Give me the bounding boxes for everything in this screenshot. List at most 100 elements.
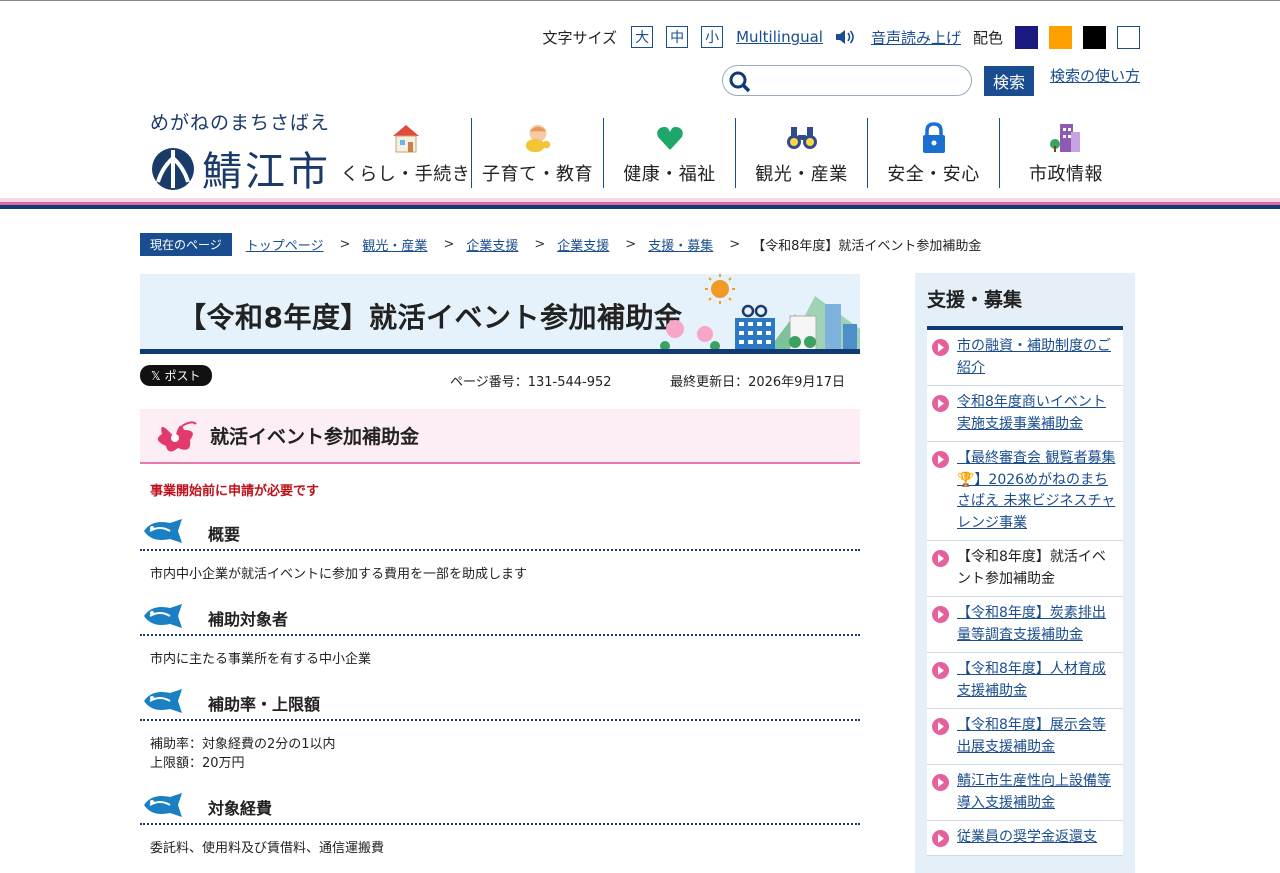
global-nav: くらし・手続き 子育て・教育 健康・福祉 観光・産業 安全・安心 市政情報 — [340, 118, 1132, 188]
side-nav-item[interactable]: 【最終審査会 観覧者募集🏆】2026めがねのまちさばえ 未来ビジネスチャレンジ事… — [927, 442, 1123, 541]
side-nav-link[interactable]: 【令和8年度】炭素排出量等調査支援補助金 — [957, 603, 1117, 646]
azalea-flower-icon — [157, 420, 197, 452]
subsection-heading: 対象経費 — [140, 791, 860, 825]
arrow-bullet-icon — [932, 662, 949, 679]
main-content: 【令和8年度】就活イベント参加補助金 𝕏 ポスト ページ番号：131-544-9… — [140, 274, 860, 858]
multilingual-link[interactable]: Multilingual — [736, 28, 823, 46]
side-nav-item[interactable]: 令和8年度商いイベント実施支援事業補助金 — [927, 386, 1123, 442]
side-nav-item[interactable]: 【令和8年度】人材育成支援補助金 — [927, 653, 1123, 709]
nav-item-living[interactable]: くらし・手続き — [340, 118, 472, 188]
building-icon — [1050, 124, 1080, 152]
page-number: ページ番号：131-544-952 — [450, 375, 612, 390]
breadcrumb-link[interactable]: 支援・募集 — [648, 235, 713, 254]
side-nav-link[interactable]: 【令和8年度】人材育成支援補助金 — [957, 659, 1117, 702]
nav-label: 健康・福祉 — [623, 164, 716, 185]
notice-text: 事業開始前に申請が必要です — [150, 484, 320, 499]
nav-label: 子育て・教育 — [482, 164, 593, 185]
breadcrumb-current: 【令和8年度】就活イベント参加補助金 — [752, 239, 982, 254]
subsection-body: 市内に主たる事業所を有する中小企業 — [150, 650, 860, 669]
breadcrumb-link[interactable]: 企業支援 — [557, 235, 609, 254]
arrow-bullet-icon — [932, 606, 949, 623]
utility-bar: 文字サイズ 大 中 小 Multilingual 音声読み上げ 配色 — [542, 24, 1140, 50]
side-nav-link[interactable]: 【令和8年度】展示会等出展支援補助金 — [957, 715, 1117, 758]
search-button[interactable]: 検索 — [984, 65, 1034, 96]
nav-label: 市政情報 — [1029, 164, 1103, 185]
side-nav-link[interactable]: 令和8年度商いイベント実施支援事業補助金 — [957, 392, 1117, 435]
breadcrumb-separator: > — [534, 237, 546, 252]
last-updated: 最終更新日：2026年9月17日 — [670, 375, 845, 390]
subsection-heading: 概要 — [140, 517, 860, 551]
color-navy-button[interactable] — [1015, 25, 1038, 49]
page-meta: 𝕏 ポスト ページ番号：131-544-952 最終更新日：2026年9月17日 — [140, 354, 860, 409]
breadcrumb-separator: > — [729, 237, 741, 252]
side-nav-link[interactable]: 【最終審査会 観覧者募集🏆】2026めがねのまちさばえ 未来ビジネスチャレンジ事… — [957, 448, 1117, 534]
side-nav-item[interactable]: 鯖江市生産性向上設備等導入支援補助金 — [927, 765, 1123, 821]
subsection-body: 委託料、使用料及び賃借料、通信運搬費 — [150, 839, 860, 858]
side-nav-current-label: 【令和8年度】就活イベント参加補助金 — [957, 549, 1106, 587]
heart-icon — [656, 126, 683, 150]
section-heading: 就活イベント参加補助金 — [140, 409, 860, 464]
fish-icon — [144, 793, 182, 817]
nav-item-tourism[interactable]: 観光・産業 — [736, 118, 868, 188]
fish-icon — [144, 519, 182, 543]
subsection-heading-text: 対象経費 — [208, 799, 273, 818]
side-nav-item[interactable]: 市の融資・補助制度のご紹介 — [927, 330, 1123, 386]
side-nav-link[interactable]: 従業員の奨学金返還支 — [957, 827, 1097, 849]
arrow-bullet-icon — [932, 339, 949, 356]
subsection-body: 補助率：対象経費の2分の1以内 上限額：20万円 — [150, 735, 860, 773]
fish-icon — [144, 689, 182, 713]
search-input[interactable] — [722, 65, 972, 96]
color-white-button[interactable] — [1117, 25, 1140, 49]
nav-item-health[interactable]: 健康・福祉 — [604, 118, 736, 188]
search-howto-link[interactable]: 検索の使い方 — [1050, 65, 1140, 86]
side-nav-item-current: 【令和8年度】就活イベント参加補助金 — [927, 541, 1123, 597]
nav-label: くらし・手続き — [340, 164, 471, 185]
side-nav: 支援・募集 市の融資・補助制度のご紹介 令和8年度商いイベント実施支援事業補助金… — [915, 273, 1135, 873]
font-size-small-button[interactable]: 小 — [701, 26, 724, 48]
arrow-bullet-icon — [932, 550, 949, 567]
nav-item-safety[interactable]: 安全・安心 — [868, 118, 1000, 188]
color-black-button[interactable] — [1083, 25, 1106, 49]
breadcrumb-link[interactable]: 企業支援 — [466, 235, 518, 254]
side-nav-list: 市の融資・補助制度のご紹介 令和8年度商いイベント実施支援事業補助金 【最終審査… — [927, 330, 1123, 856]
x-post-label: ポスト — [164, 369, 201, 383]
read-aloud-link[interactable]: 音声読み上げ — [871, 27, 961, 48]
breadcrumb-link[interactable]: トップページ — [246, 235, 324, 254]
arrow-bullet-icon — [932, 451, 949, 468]
side-nav-link[interactable]: 鯖江市生産性向上設備等導入支援補助金 — [957, 771, 1117, 814]
search-icon — [729, 71, 751, 93]
breadcrumb-link[interactable]: 観光・産業 — [362, 235, 427, 254]
arrow-bullet-icon — [932, 774, 949, 791]
baby-icon — [525, 124, 550, 153]
arrow-bullet-icon — [932, 395, 949, 412]
subsection-heading: 補助率・上限額 — [140, 687, 860, 721]
side-nav-item[interactable]: 【令和8年度】炭素排出量等調査支援補助金 — [927, 597, 1123, 653]
logo-city-name: 鯖江市 — [202, 149, 331, 195]
nav-item-city-info[interactable]: 市政情報 — [1000, 118, 1132, 188]
search-bar: 検索 検索の使い方 — [722, 65, 1140, 96]
nav-label: 観光・産業 — [755, 164, 848, 185]
side-nav-item[interactable]: 【令和8年度】展示会等出展支援補助金 — [927, 709, 1123, 765]
side-nav-title: 支援・募集 — [927, 285, 1123, 330]
body-line: 市内中小企業が就活イベントに参加する費用を一部を助成します — [150, 567, 528, 582]
arrow-bullet-icon — [932, 718, 949, 735]
font-size-label: 文字サイズ — [542, 28, 618, 47]
nav-item-childcare[interactable]: 子育て・教育 — [472, 118, 604, 188]
nav-label: 安全・安心 — [887, 164, 980, 185]
font-size-large-button[interactable]: 大 — [631, 26, 654, 48]
x-post-button[interactable]: 𝕏 ポスト — [140, 365, 212, 386]
color-orange-button[interactable] — [1049, 25, 1072, 49]
side-nav-item[interactable]: 従業員の奨学金返還支 — [927, 821, 1123, 856]
page-title: 【令和8年度】就活イベント参加補助金 — [178, 301, 683, 334]
fish-icon — [144, 604, 182, 628]
subsection-heading-text: 補助率・上限額 — [208, 695, 321, 714]
side-nav-link[interactable]: 市の融資・補助制度のご紹介 — [957, 336, 1117, 379]
townscape-illustration-icon — [660, 274, 860, 349]
site-logo[interactable]: めがねのまちさばえ 鯖江市 — [150, 108, 331, 197]
breadcrumb-separator: > — [443, 237, 455, 252]
font-size-medium-button[interactable]: 中 — [666, 26, 689, 48]
header-divider — [0, 205, 1280, 209]
breadcrumb-here-label: 現在のページ — [140, 233, 232, 256]
page-title-banner: 【令和8年度】就活イベント参加補助金 — [140, 274, 860, 354]
house-icon — [392, 125, 419, 153]
